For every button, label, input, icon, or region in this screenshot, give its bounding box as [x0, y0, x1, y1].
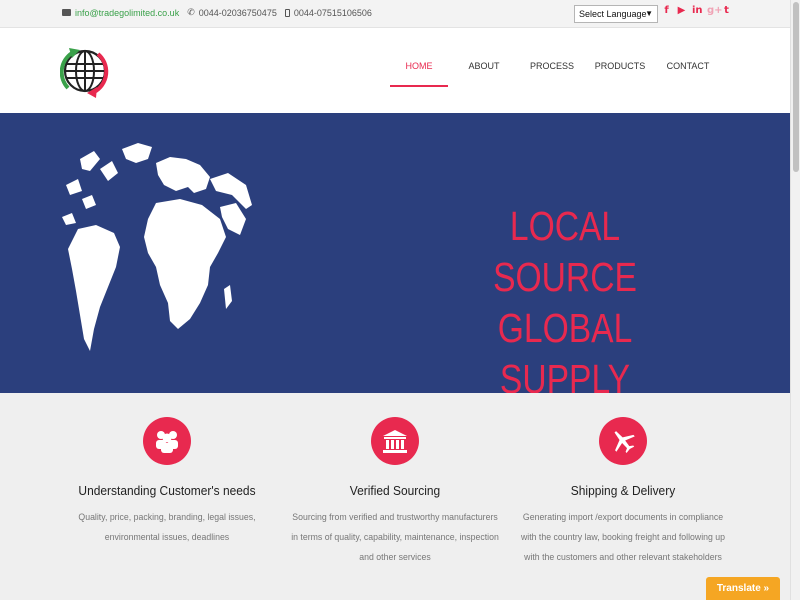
nav-products[interactable]: PRODUCTS	[590, 28, 650, 113]
feature-title: Understanding Customer's needs	[78, 483, 256, 498]
feature-description-line: in terms of quality, capability, mainten…	[291, 532, 499, 543]
top-bar: info@tradegolimited.co.uk ✆ 0044-0203675…	[0, 0, 790, 28]
translate-button[interactable]: Translate »	[706, 577, 780, 600]
features-section: Understanding Customer's needs Quality, …	[0, 393, 790, 600]
youtube-icon[interactable]: ▶	[677, 5, 686, 16]
feature-description-line: environmental issues, deadlines	[104, 532, 230, 543]
nav-contact[interactable]: CONTACT	[658, 28, 718, 113]
main-nav: HOME ABOUT PROCESS PRODUCTS CONTACT	[390, 28, 718, 113]
hero-headline-line2: GLOBAL SUPPLY	[497, 305, 633, 393]
feature-description-line: with the customers and other relevant st…	[524, 552, 722, 563]
email-link[interactable]: info@tradegolimited.co.uk	[75, 8, 179, 18]
feature-description-line: Quality, price, packing, branding, legal…	[78, 512, 256, 523]
feature-description: Sourcing from verified and trustworthy m…	[289, 508, 501, 568]
page-scrollbar[interactable]	[790, 0, 800, 600]
world-globe-icon	[62, 143, 252, 351]
facebook-icon[interactable]: f	[662, 5, 671, 16]
nav-process[interactable]: PROCESS	[520, 28, 584, 113]
google-plus-icon[interactable]: g+	[707, 5, 723, 16]
feature-icon-circle	[143, 417, 191, 465]
hero-banner: LOCAL SOURCE GLOBAL SUPPLY	[0, 113, 790, 393]
bank-building-icon	[383, 430, 407, 453]
feature-icon-circle	[599, 417, 647, 465]
phone-number: 0044-02036750475	[198, 7, 277, 18]
feature-description: Quality, price, packing, branding, legal…	[61, 508, 273, 548]
feature-shipping-delivery: Shipping & Delivery Generating import /e…	[508, 393, 738, 568]
phone-icon: ✆	[187, 7, 195, 17]
feature-icon-circle	[371, 417, 419, 465]
mobile-number: 0044-07515106506	[293, 7, 372, 18]
language-select-value: Select Language	[579, 9, 647, 19]
social-links: f ▶ in g+ t	[662, 5, 731, 16]
twitter-icon[interactable]: t	[722, 5, 731, 16]
feature-description-line: with the country law, booking freight an…	[520, 532, 726, 543]
nav-about[interactable]: ABOUT	[452, 28, 516, 113]
chevron-down-icon: ▼	[645, 9, 653, 18]
hero-headline: LOCAL SOURCE GLOBAL SUPPLY	[446, 201, 684, 393]
language-select[interactable]: Select Language ▼	[574, 5, 658, 23]
feature-description: Generating import /export documents in c…	[517, 508, 729, 568]
feature-title: Shipping & Delivery	[570, 483, 676, 498]
hero-headline-line1: LOCAL SOURCE	[493, 203, 637, 300]
feature-description-line: Generating import /export documents in c…	[522, 512, 724, 523]
feature-verified-sourcing: Verified Sourcing Sourcing from verified…	[280, 393, 510, 568]
mobile-icon	[284, 8, 290, 17]
airplane-icon	[614, 431, 635, 454]
contact-info: info@tradegolimited.co.uk ✆ 0044-0203675…	[62, 7, 380, 18]
globe-logo-icon	[59, 48, 109, 98]
site-header: HOME ABOUT PROCESS PRODUCTS CONTACT	[0, 28, 790, 113]
feature-customer-needs: Understanding Customer's needs Quality, …	[52, 393, 282, 548]
feature-description-line: and other services	[359, 552, 431, 563]
envelope-icon	[62, 9, 71, 16]
users-icon	[156, 431, 178, 453]
site-logo[interactable]	[59, 38, 110, 104]
feature-description-line: Sourcing from verified and trustworthy m…	[292, 512, 498, 523]
linkedin-icon[interactable]: in	[692, 5, 703, 16]
scrollbar-thumb[interactable]	[793, 2, 799, 172]
nav-home[interactable]: HOME	[390, 28, 448, 113]
feature-title: Verified Sourcing	[349, 483, 441, 498]
